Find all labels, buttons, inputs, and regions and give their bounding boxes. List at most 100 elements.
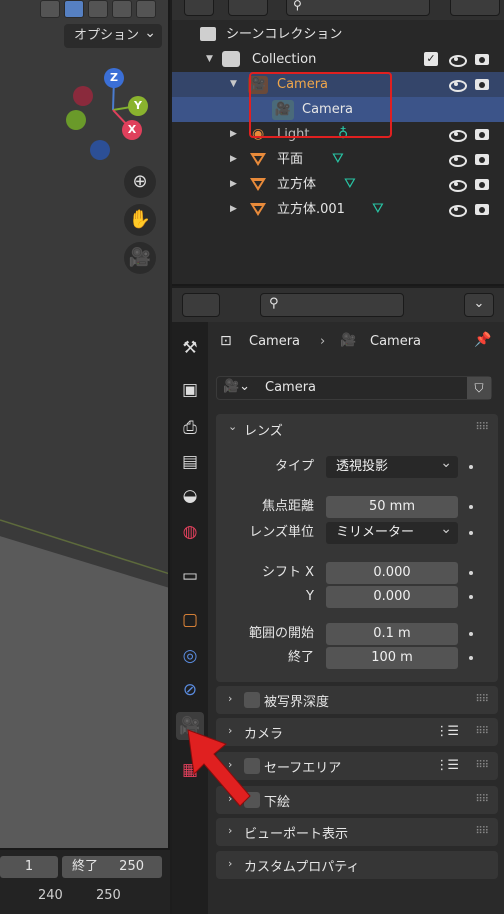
tree-row-cube-001[interactable]: ▶ 立方体.001 ⛛ xyxy=(172,197,504,222)
render-camera-icon[interactable] xyxy=(474,201,490,217)
mesh-object-icon xyxy=(250,178,266,191)
lens-unit-dropdown[interactable]: ミリメーター xyxy=(326,518,458,544)
viewport-display-panel-title[interactable]: ビューポート表示 xyxy=(244,823,348,842)
gizmo-neg-z-axis[interactable] xyxy=(90,140,110,160)
keyframe-dot-icon[interactable] xyxy=(469,656,473,660)
tree-row-plane[interactable]: ▶ 平面 ⛛ xyxy=(172,147,504,172)
gizmo-neg-x-axis[interactable] xyxy=(73,86,93,106)
gizmo-y-axis[interactable]: Y xyxy=(128,96,148,116)
filter-dropdown[interactable] xyxy=(450,0,500,16)
shift-x-field[interactable]: 0.000 xyxy=(326,562,458,584)
panel-expanded-chevron-icon[interactable]: ⌄ xyxy=(228,420,237,433)
tree-row-label: 立方体.001 xyxy=(277,202,345,217)
clip-end-field[interactable]: 100 m xyxy=(326,647,458,669)
keyframe-dot-icon[interactable] xyxy=(469,465,473,469)
material-shading-button[interactable] xyxy=(88,0,108,18)
panel-grip-icon[interactable]: ⠿⠿ xyxy=(475,694,489,705)
eye-icon[interactable] xyxy=(448,76,467,92)
solid-shading-button[interactable] xyxy=(64,0,84,18)
custom-properties-panel-title[interactable]: カスタムプロパティ xyxy=(244,856,359,875)
panel-collapsed-chevron-icon[interactable]: › xyxy=(228,692,232,705)
checkbox-icon[interactable]: ✓ xyxy=(424,52,438,66)
keyframe-dot-icon[interactable] xyxy=(469,632,473,636)
view-layer-tab-icon[interactable]: ▤ xyxy=(176,448,204,476)
pin-icon[interactable]: 📌 xyxy=(474,332,491,348)
preset-list-icon[interactable]: ⋮☰ xyxy=(435,758,459,773)
properties-search-input[interactable]: ⚲ xyxy=(260,293,404,317)
panel-grip-icon[interactable]: ⠿⠿ xyxy=(475,726,489,737)
collection-icon xyxy=(222,51,240,67)
background-images-panel-title[interactable]: 下絵 xyxy=(264,791,290,810)
display-mode-dropdown[interactable] xyxy=(228,0,268,16)
render-camera-icon[interactable] xyxy=(474,76,490,92)
tree-row-collection[interactable]: ▼ Collection ✓ xyxy=(172,47,504,72)
editor-type-button[interactable] xyxy=(182,293,220,317)
tree-row-cube[interactable]: ▶ 立方体 ⛛ xyxy=(172,172,504,197)
physics-tab-icon[interactable]: ◎ xyxy=(176,642,204,670)
panel-grip-icon[interactable]: ⠿⠿ xyxy=(475,760,489,771)
fake-user-shield-icon[interactable]: ⛉ xyxy=(467,377,491,399)
dof-panel-title[interactable]: 被写界深度 xyxy=(264,691,329,710)
pan-hand-icon[interactable]: ✋ xyxy=(124,204,156,236)
safe-areas-panel-title[interactable]: セーフエリア xyxy=(264,757,341,776)
tree-row-scene-collection[interactable]: シーンコレクション xyxy=(172,22,504,47)
options-dropdown[interactable]: オプション ⌄ xyxy=(64,24,162,48)
camera-view-icon[interactable]: 🎥 xyxy=(124,242,156,274)
lens-type-dropdown[interactable]: 透視投影 xyxy=(326,452,458,478)
lens-type-label: タイプ xyxy=(274,459,314,474)
keyframe-dot-icon[interactable] xyxy=(469,595,473,599)
panel-collapsed-chevron-icon[interactable]: › xyxy=(228,857,232,870)
shading-options-button[interactable] xyxy=(136,0,156,18)
preset-list-icon[interactable]: ⋮☰ xyxy=(435,724,459,739)
gizmo-neg-y-axis[interactable] xyxy=(66,110,86,130)
zoom-icon[interactable]: ⊕ xyxy=(124,166,156,198)
gizmo-x-axis[interactable]: X xyxy=(122,120,142,140)
world-tab-icon[interactable]: ◍ xyxy=(176,518,204,546)
keyframe-dot-icon[interactable] xyxy=(469,571,473,575)
eye-icon[interactable] xyxy=(448,151,467,167)
current-frame-field[interactable]: 1 xyxy=(0,856,58,878)
collapse-triangle-icon[interactable]: ▼ xyxy=(206,47,213,72)
outliner-search-input[interactable]: ⚲ xyxy=(286,0,430,16)
end-frame-field[interactable]: 終了 250 xyxy=(62,856,162,878)
render-camera-icon[interactable] xyxy=(474,176,490,192)
panel-collapsed-chevron-icon[interactable]: › xyxy=(228,824,232,837)
expand-triangle-icon[interactable]: ▶ xyxy=(230,122,237,147)
render-camera-icon[interactable] xyxy=(474,51,490,67)
keyframe-dot-icon[interactable] xyxy=(469,505,473,509)
panel-grip-icon[interactable]: ⠿⠿ xyxy=(475,422,489,433)
render-camera-icon[interactable] xyxy=(474,151,490,167)
output-tab-icon[interactable]: ⎙ xyxy=(176,414,204,442)
panel-grip-icon[interactable]: ⠿⠿ xyxy=(475,826,489,837)
focal-length-field[interactable]: 50 mm xyxy=(326,496,458,518)
dof-checkbox[interactable] xyxy=(244,692,260,708)
expand-triangle-icon[interactable]: ▶ xyxy=(230,197,237,222)
expand-triangle-icon[interactable]: ▶ xyxy=(230,172,237,197)
options-chevron-button[interactable]: ⌄ xyxy=(464,293,494,317)
panel-grip-icon[interactable]: ⠿⠿ xyxy=(475,794,489,805)
eye-icon[interactable] xyxy=(448,176,467,192)
eye-icon[interactable] xyxy=(448,201,467,217)
wireframe-shading-button[interactable] xyxy=(40,0,60,18)
tool-tab-icon[interactable]: ⚒ xyxy=(176,334,204,362)
collection-tab-icon[interactable]: ▭ xyxy=(176,562,204,590)
render-camera-icon[interactable] xyxy=(474,126,490,142)
rendered-shading-button[interactable] xyxy=(112,0,132,18)
clip-start-field[interactable]: 0.1 m xyxy=(326,623,458,645)
render-tab-icon[interactable]: ▣ xyxy=(176,376,204,404)
scene-tab-icon[interactable]: ◒ xyxy=(176,482,204,510)
shift-y-field[interactable]: 0.000 xyxy=(326,586,458,608)
annotation-arrow xyxy=(187,729,251,807)
keyframe-dot-icon[interactable] xyxy=(469,531,473,535)
object-tab-icon[interactable]: ▢ xyxy=(176,606,204,634)
eye-icon[interactable] xyxy=(448,126,467,142)
datablock-name-field[interactable]: Camera xyxy=(265,380,316,395)
constraints-tab-icon[interactable]: ⊘ xyxy=(176,676,204,704)
lens-panel-title[interactable]: レンズ xyxy=(244,420,283,439)
eye-icon[interactable] xyxy=(448,51,467,67)
datablock-selector[interactable]: 🎥⌄ Camera ⛉ xyxy=(216,376,492,400)
gizmo-z-axis[interactable]: Z xyxy=(104,68,124,88)
expand-triangle-icon[interactable]: ▶ xyxy=(230,147,237,172)
editor-type-button[interactable] xyxy=(184,0,214,16)
collapse-triangle-icon[interactable]: ▼ xyxy=(230,72,237,97)
